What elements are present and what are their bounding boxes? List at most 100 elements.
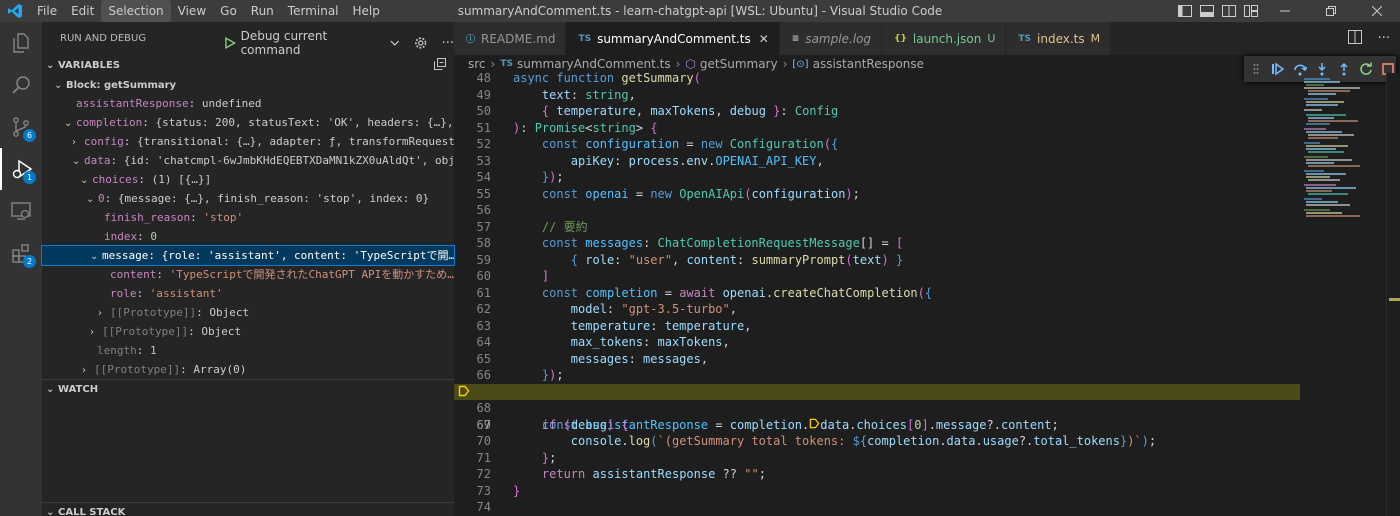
- more-actions-icon[interactable]: ···: [442, 36, 454, 51]
- gear-icon[interactable]: [414, 36, 428, 50]
- drag-handle-icon[interactable]: [1248, 60, 1264, 78]
- code-line[interactable]: 63 temperature: temperature,: [454, 318, 1300, 335]
- code-line[interactable]: 65 messages: messages,: [454, 351, 1300, 368]
- menu-help[interactable]: Help: [346, 0, 387, 22]
- variable-row[interactable]: ⌄ choices: (1) [{…}]: [42, 170, 454, 189]
- scrollbar-position-marker: [1389, 298, 1400, 301]
- menu-run[interactable]: Run: [244, 0, 281, 22]
- start-debugging-icon[interactable]: [224, 37, 236, 49]
- variable-row[interactable]: length: 1: [42, 341, 454, 360]
- variable-row[interactable]: › [[Prototype]]: Object: [42, 303, 454, 322]
- code-line-current[interactable]: 67 const assistantResponse = completion.…: [454, 383, 1300, 432]
- code-line[interactable]: 60 ]: [454, 268, 1300, 285]
- code-line[interactable]: 59 { role: "user", content: summaryPromp…: [454, 252, 1300, 269]
- search-icon[interactable]: [0, 64, 42, 106]
- tab-sample-log[interactable]: ≡ sample.log: [779, 22, 883, 55]
- toggle-panel-icon[interactable]: [1196, 0, 1218, 22]
- customize-layout-icon[interactable]: [1240, 0, 1262, 22]
- menu-selection[interactable]: Selection: [101, 0, 171, 22]
- minimap[interactable]: [1300, 73, 1386, 516]
- code-line[interactable]: 66 });: [454, 367, 1300, 384]
- variable-row[interactable]: finish_reason: 'stop': [42, 208, 454, 227]
- variable-row[interactable]: role: 'assistant': [42, 284, 454, 303]
- code-line[interactable]: 55 const openai = new OpenAIApi(configur…: [454, 186, 1300, 203]
- toggle-sidebar-icon[interactable]: [1174, 0, 1196, 22]
- chevron-down-icon: ⌄: [46, 59, 55, 71]
- restore-icon[interactable]: [1308, 0, 1354, 22]
- tab-summaryandcomment[interactable]: TS summaryAndComment.ts ✕: [566, 22, 780, 55]
- tab-launch-json[interactable]: {} launch.json U: [882, 22, 1007, 55]
- breakpoint-arrow-icon[interactable]: [458, 385, 470, 402]
- scope-block-getsummary[interactable]: ⌄ Block: getSummary: [42, 75, 454, 94]
- menu-file[interactable]: File: [30, 0, 64, 22]
- code-line[interactable]: 62 model: "gpt-3.5-turbo",: [454, 301, 1300, 318]
- minimize-icon[interactable]: [1262, 0, 1308, 22]
- code-line[interactable]: 73}: [454, 483, 1300, 500]
- code-line[interactable]: 57 // 要約: [454, 219, 1300, 236]
- callstack-section-header[interactable]: ⌄ CALL STACK: [42, 502, 454, 516]
- menu-go[interactable]: Go: [213, 0, 244, 22]
- code-line[interactable]: 72 return assistantResponse ?? "";: [454, 466, 1300, 483]
- code-line[interactable]: 74: [454, 499, 1300, 516]
- code-line[interactable]: 56: [454, 202, 1300, 219]
- collapse-all-icon[interactable]: [434, 57, 446, 73]
- variables-section-header[interactable]: ⌄ VARIABLES: [42, 55, 454, 75]
- code-line[interactable]: 70 console.log(`(getSummary total tokens…: [454, 433, 1300, 450]
- code-line[interactable]: 54 });: [454, 169, 1300, 186]
- run-and-debug-icon[interactable]: 1: [0, 148, 42, 190]
- chevron-down-icon: ⌄: [54, 80, 63, 91]
- continue-icon[interactable]: [1270, 60, 1286, 78]
- breadcrumb-src[interactable]: src: [468, 57, 486, 71]
- source-control-badge: 6: [23, 129, 36, 142]
- code-line[interactable]: 68: [454, 400, 1300, 417]
- toggle-secondary-sidebar-icon[interactable]: [1218, 0, 1240, 22]
- code-line[interactable]: 48 async function getSummary(: [454, 70, 1300, 87]
- code-editor[interactable]: 48 async function getSummary( 49 text: st…: [454, 70, 1300, 516]
- variable-row[interactable]: index: 0: [42, 227, 454, 246]
- code-line[interactable]: 51): Promise<string> {: [454, 120, 1300, 137]
- variable-row[interactable]: ⌄ completion: {status: 200, statusText: '…: [42, 113, 454, 132]
- code-line[interactable]: 53 apiKey: process.env.OPENAI_API_KEY,: [454, 153, 1300, 170]
- typescript-icon: TS: [1018, 33, 1032, 44]
- tab-readme[interactable]: ⓘ README.md: [454, 22, 567, 55]
- remote-explorer-icon[interactable]: [0, 190, 42, 232]
- close-window-icon[interactable]: [1354, 0, 1400, 22]
- explorer-icon[interactable]: [0, 22, 42, 64]
- variable-row[interactable]: ⌄ 0: {message: {…}, finish_reason: 'stop'…: [42, 189, 454, 208]
- variable-row[interactable]: content: 'TypeScriptで開発されたChatGPT APIを動か…: [42, 265, 454, 284]
- code-line[interactable]: 52 const configuration = new Configurati…: [454, 136, 1300, 153]
- debug-config-select[interactable]: Debug current command ···: [224, 29, 454, 57]
- variable-row[interactable]: assistantResponse: undefined: [42, 94, 454, 113]
- breadcrumb-file[interactable]: summaryAndComment.ts: [517, 57, 671, 71]
- code-line[interactable]: 71 };: [454, 450, 1300, 467]
- split-editor-icon[interactable]: [1347, 30, 1362, 47]
- tab-index-ts[interactable]: TS index.ts M: [1006, 22, 1112, 55]
- breadcrumb-variable[interactable]: assistantResponse: [813, 57, 924, 71]
- variable-row[interactable]: ⌄ data: {id: 'chatcmpl-6wJmbKHdEQEBTXDaMN…: [42, 151, 454, 170]
- code-line[interactable]: 50 { temperature, maxTokens, debug }: Co…: [454, 103, 1300, 120]
- code-line[interactable]: 49 text: string,: [454, 87, 1300, 104]
- editor-actions: ···: [1347, 22, 1390, 55]
- close-tab-icon[interactable]: ✕: [759, 32, 769, 46]
- chevron-down-icon: ⌄: [64, 118, 73, 129]
- source-control-icon[interactable]: 6: [0, 106, 42, 148]
- code-line[interactable]: 61 const completion = await openai.creat…: [454, 285, 1300, 302]
- more-actions-icon[interactable]: ···: [1378, 31, 1390, 46]
- variable-row-selected[interactable]: ⌄ message: {role: 'assistant', content: '…: [41, 245, 455, 266]
- code-line[interactable]: 64 max_tokens: maxTokens,: [454, 334, 1300, 351]
- menu-edit[interactable]: Edit: [64, 0, 101, 22]
- code-line[interactable]: 69 if (debug) {: [454, 417, 1300, 434]
- lines-icon: ≡: [791, 33, 800, 44]
- watch-section-header[interactable]: ⌄ WATCH: [42, 379, 454, 399]
- chevron-right-icon: ›: [82, 365, 86, 376]
- chevron-right-icon: ›: [675, 57, 681, 71]
- extensions-icon[interactable]: 2: [0, 232, 42, 274]
- menu-view[interactable]: View: [171, 0, 213, 22]
- variable-row[interactable]: › [[Prototype]]: Array(0): [42, 360, 454, 379]
- menu-terminal[interactable]: Terminal: [281, 0, 346, 22]
- variable-row[interactable]: › config: {transitional: {…}, adapter: ƒ,…: [42, 132, 454, 151]
- variable-row[interactable]: › [[Prototype]]: Object: [42, 322, 454, 341]
- vertical-scrollbar[interactable]: [1386, 73, 1400, 516]
- breadcrumb-function[interactable]: getSummary: [700, 57, 778, 71]
- code-line[interactable]: 58 const messages: ChatCompletionRequest…: [454, 235, 1300, 252]
